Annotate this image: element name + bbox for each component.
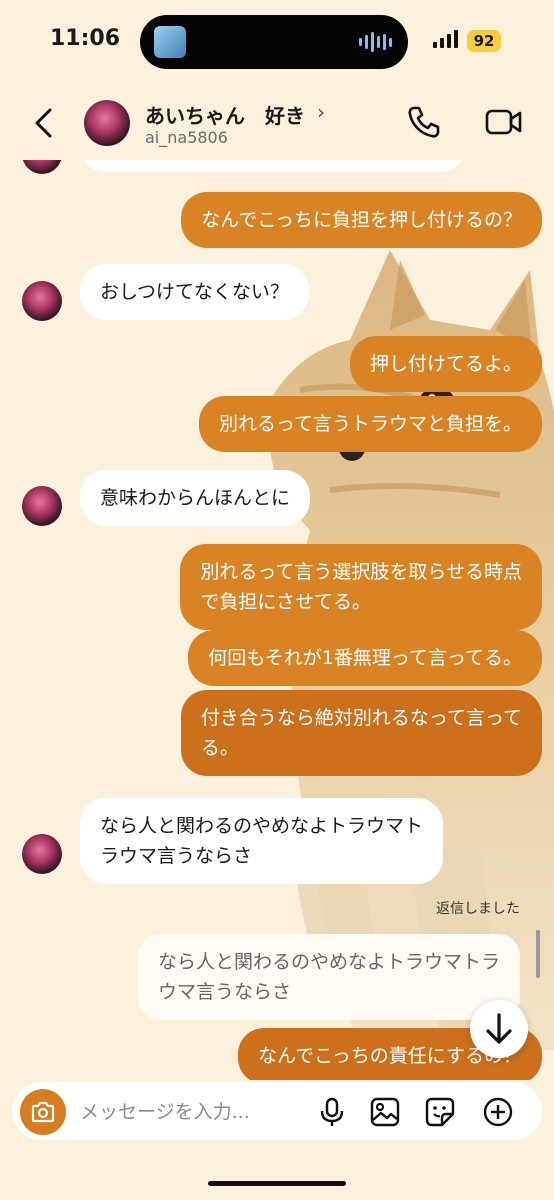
message-avatar — [22, 160, 62, 174]
phone-icon[interactable] — [405, 104, 441, 140]
signal-icon — [433, 30, 458, 48]
message-bubble-outgoing[interactable]: 別れるって言う選択肢を取らせる時点 で負担にさせてる。 — [180, 544, 542, 630]
message-composer: メッセージを入力... — [12, 1082, 542, 1140]
contact-name[interactable]: あいちゃん 好き — [145, 100, 305, 129]
home-indicator[interactable] — [208, 1181, 346, 1186]
arrow-down-icon — [486, 1013, 512, 1044]
message-avatar — [22, 834, 62, 874]
message-bubble-partial[interactable] — [80, 160, 466, 172]
contact-avatar[interactable] — [84, 100, 130, 146]
message-bubble-incoming[interactable]: おしつけてなくない？ — [80, 264, 309, 320]
now-playing-artwork — [154, 26, 186, 58]
message-avatar — [22, 486, 62, 526]
chevron-right-icon[interactable]: › — [317, 100, 325, 124]
quoted-message[interactable]: なら人と関わるのやめなよトラウマトラ ウマ言うならさ — [137, 934, 520, 1020]
status-bar: 11:06 92 — [0, 0, 554, 82]
audio-wave-icon — [359, 32, 392, 52]
message-bubble-outgoing[interactable]: 何回もそれが1番無理って言ってる。 — [188, 630, 542, 686]
message-bubble-outgoing[interactable]: なんでこっちに負担を押し付けるの？ — [181, 192, 542, 248]
message-input[interactable]: メッセージを入力... — [80, 1097, 250, 1124]
video-camera-icon[interactable] — [485, 106, 523, 138]
message-bubble-outgoing[interactable]: 押し付けてるよ。 — [349, 336, 542, 392]
message-bubble-incoming[interactable]: 意味わからんほんとに — [80, 470, 311, 526]
status-time: 11:06 — [50, 26, 121, 51]
camera-button[interactable] — [20, 1089, 66, 1135]
microphone-icon[interactable] — [316, 1096, 348, 1128]
image-gallery-icon[interactable] — [369, 1096, 401, 1128]
contact-handle: ai_na5806 — [145, 128, 228, 147]
camera-icon — [31, 1101, 55, 1123]
add-circle-icon[interactable] — [482, 1096, 514, 1128]
message-bubble-incoming[interactable]: なら人と関わるのやめなよトラウマト ラウマ言うならさ — [80, 798, 444, 884]
message-list[interactable]: なんでこっちに負担を押し付けるの？ おしつけてなくない？ 押し付けてるよ。 別れ… — [0, 160, 554, 1080]
sticker-icon[interactable] — [424, 1096, 456, 1128]
reply-label: 返信しました — [436, 901, 520, 917]
back-arrow-icon[interactable] — [30, 106, 60, 140]
scroll-to-bottom-button[interactable] — [470, 1000, 528, 1058]
message-avatar — [22, 281, 62, 321]
battery-indicator: 92 — [467, 30, 501, 52]
scroll-indicator — [536, 930, 540, 978]
message-bubble-outgoing[interactable]: 別れるって言うトラウマと負担を。 — [198, 396, 542, 452]
message-bubble-outgoing[interactable]: 付き合うなら絶対別れるなって言って る。 — [180, 690, 542, 776]
chat-header: あいちゃん 好き › ai_na5806 — [0, 82, 554, 164]
dynamic-island[interactable] — [140, 15, 408, 69]
